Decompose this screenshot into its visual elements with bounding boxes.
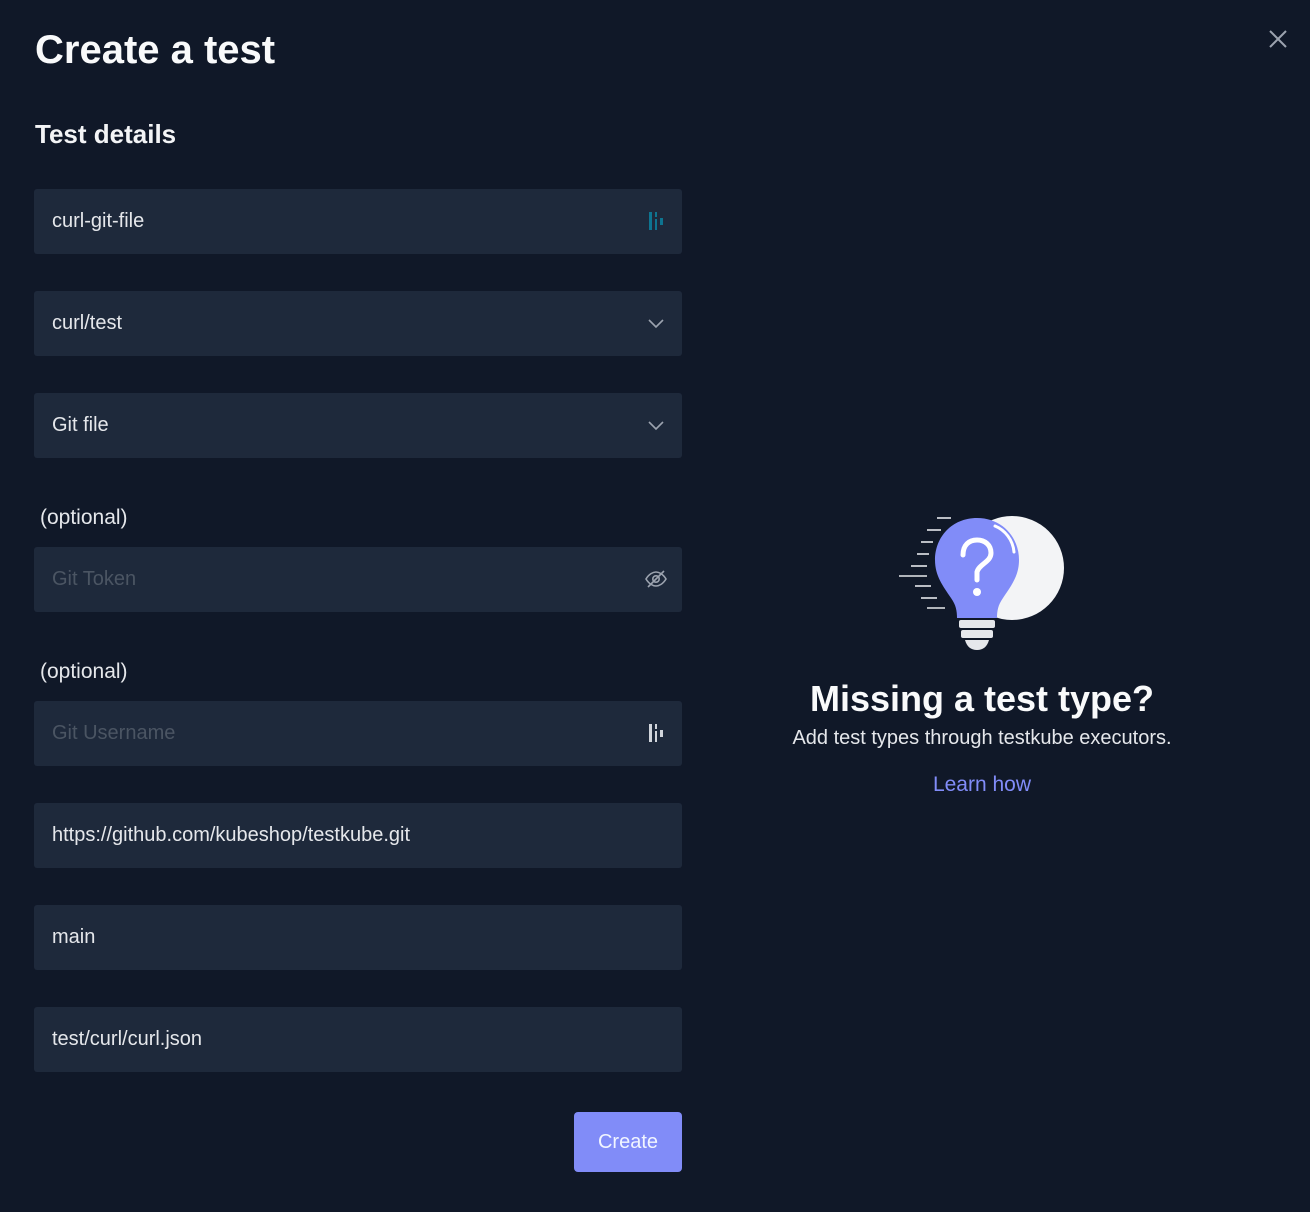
- git-repo-field: [34, 803, 682, 868]
- chevron-down-icon: [648, 421, 664, 431]
- git-token-label: (optional): [40, 506, 128, 529]
- git-branch-input[interactable]: [52, 905, 622, 970]
- git-path-field: [34, 1007, 682, 1072]
- lightbulb-question-icon: [899, 516, 1064, 650]
- learn-how-link[interactable]: Learn how: [933, 771, 1031, 799]
- create-button[interactable]: Create: [574, 1112, 682, 1172]
- password-manager-icon[interactable]: [644, 721, 668, 745]
- test-type-value: curl/test: [52, 312, 123, 334]
- git-username-label: (optional): [40, 660, 128, 683]
- git-token-input[interactable]: [52, 547, 622, 612]
- eye-off-icon[interactable]: [644, 567, 668, 591]
- git-username-field: [34, 701, 682, 766]
- test-name-field: [34, 189, 682, 254]
- create-test-modal: Create a test Test details curl/test Git…: [0, 0, 1310, 1212]
- git-token-field: [34, 547, 682, 612]
- missing-test-type-text: Add test types through testkube executor…: [792, 727, 1172, 749]
- test-source-value: Git file: [52, 414, 109, 436]
- close-icon[interactable]: [1264, 25, 1292, 53]
- missing-test-type-panel: Missing a test type? Add test types thro…: [720, 510, 1244, 799]
- test-source-select[interactable]: Git file: [34, 393, 682, 458]
- git-username-input[interactable]: [52, 701, 622, 766]
- missing-test-type-title: Missing a test type?: [809, 678, 1155, 719]
- test-name-input[interactable]: [52, 189, 622, 254]
- git-repo-input[interactable]: [52, 803, 622, 868]
- section-title: Test details: [35, 119, 177, 149]
- chevron-down-icon: [648, 319, 664, 329]
- page-title: Create a test: [35, 28, 276, 72]
- test-type-select[interactable]: curl/test: [34, 291, 682, 356]
- password-manager-icon[interactable]: [644, 209, 668, 233]
- git-branch-field: [34, 905, 682, 970]
- git-path-input[interactable]: [52, 1007, 622, 1072]
